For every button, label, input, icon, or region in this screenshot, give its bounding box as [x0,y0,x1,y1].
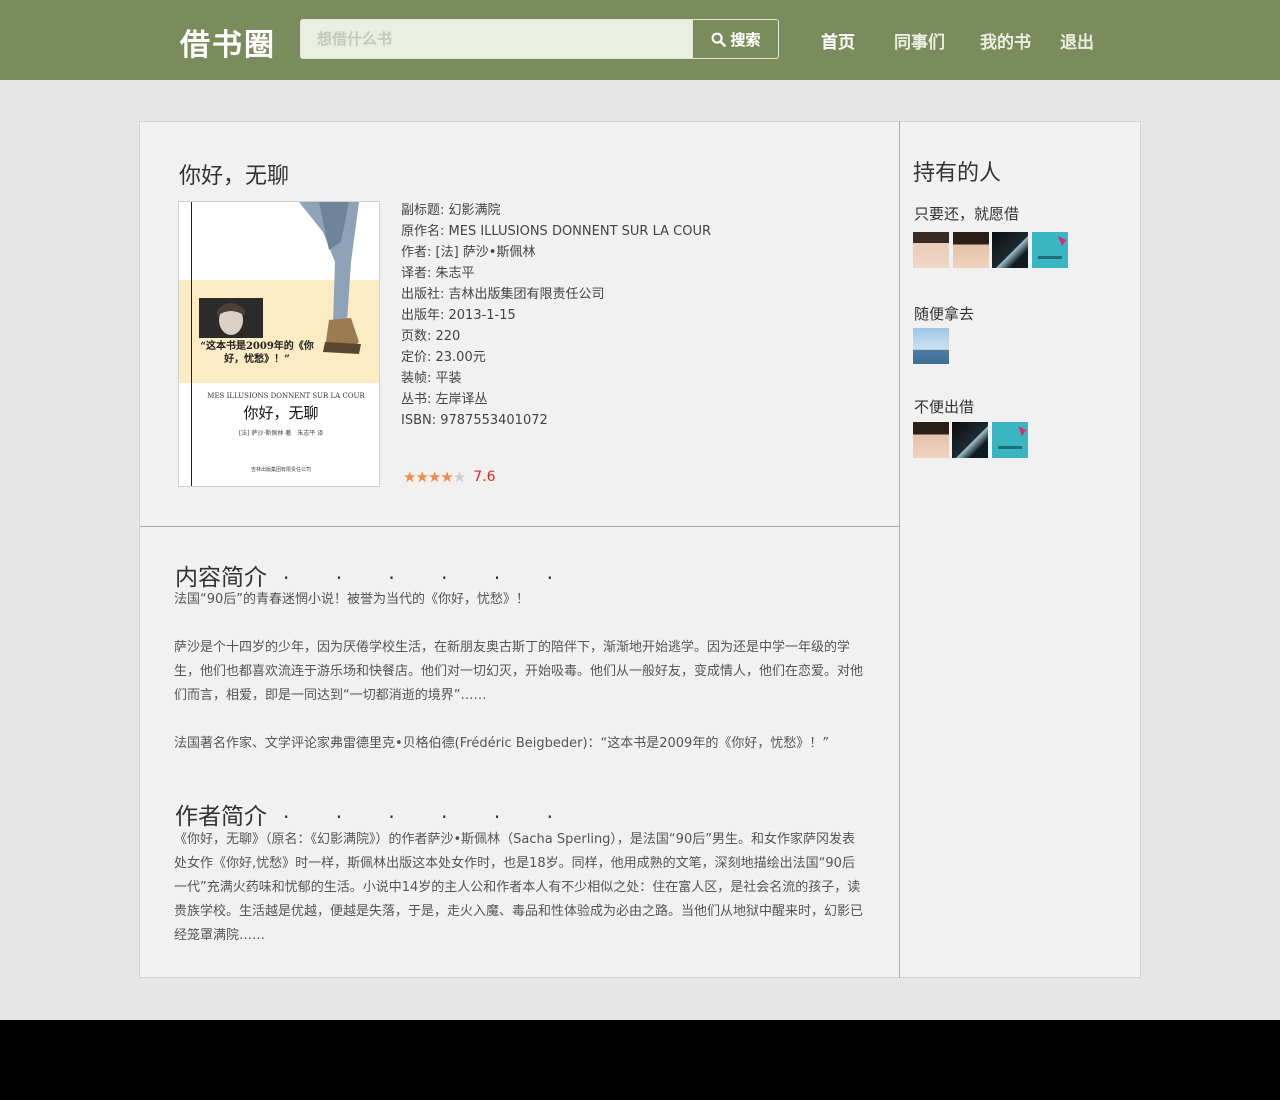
info-series: 丛书: 左岸译丛 [401,392,488,407]
heading-dots: · · · · · · [283,566,573,590]
content-intro-paragraph-3: 法国著名作家、文学评论家弗雷德里克•贝格伯德(Frédéric Beigbede… [174,736,830,751]
search-button[interactable]: 搜索 [692,20,778,58]
author-intro-paragraph: 《你好，无聊》（原名：《幻影满院》）的作者萨沙•斯佩林（Sacha Sperli… [174,832,864,943]
star-filled-icon: ★ [427,468,441,486]
owner-avatar[interactable] [992,422,1028,458]
column-divider [899,121,900,978]
star-empty-icon: ★ [452,468,466,486]
rating-stars-icon: ★★★★★ [403,468,466,486]
owner-avatar[interactable] [913,422,949,458]
cover-author-portrait [199,298,263,338]
nav-my-books[interactable]: 我的书 [980,28,1031,53]
star-filled-icon: ★ [440,468,453,486]
group-label-not-lendable: 不便出借 [914,398,975,416]
book-title: 你好，无聊 [179,164,290,189]
cover-authors: [法] 萨沙·斯佩林 著 朱志平 译 [238,430,324,437]
content-intro-paragraph-2: 萨沙是个十四岁的少年，因为厌倦学校生活，在新朋友奥古斯丁的陪伴下，渐渐地开始逃学… [174,640,864,703]
search-bar: 搜索 [300,19,779,59]
content-intro-heading: 内容简介 · · · · · · [175,558,573,592]
info-author: 作者: [法] 萨沙•斯佩林 [401,245,536,260]
owner-avatar[interactable] [913,328,949,364]
group-label-willing-to-lend: 只要还，就愿借 [914,205,1020,223]
info-original-title: 原作名: MES ILLUSIONS DONNENT SUR LA COUR [401,224,712,239]
group-label-take-freely: 随便拿去 [914,305,975,323]
cover-title: 你好，无聊 [243,404,319,422]
info-price: 定价: 23.00元 [401,350,486,365]
search-button-label: 搜索 [730,30,761,49]
section-divider [140,526,899,527]
site-logo[interactable]: 借书圈 [180,20,276,64]
nav-home[interactable]: 首页 [821,28,855,53]
owner-avatar[interactable] [1032,232,1068,268]
cover-spine-line [191,202,192,486]
nav-logout[interactable]: 退出 [1060,28,1094,53]
owner-avatar[interactable] [992,232,1028,268]
rating-score: 7.6 [473,469,496,485]
owner-avatar[interactable] [952,422,988,458]
owners-title: 持有的人 [913,161,1002,186]
star-filled-icon: ★ [403,468,416,486]
heading-dots: · · · · · · [283,805,573,829]
owner-avatar[interactable] [913,232,949,268]
info-translator: 译者: 朱志平 [401,266,475,281]
page-footer [0,1020,1280,1100]
info-publisher: 出版社: 吉林出版集团有限责任公司 [401,287,605,302]
author-intro-title: 作者简介 [175,804,267,830]
nav-colleagues[interactable]: 同事们 [894,28,945,53]
cover-original-title: MES ILLUSIONS DONNENT SUR LA COUR [207,392,365,400]
book-rating: ★★★★★ 7.6 [403,468,496,486]
info-pages: 页数: 220 [401,329,461,344]
author-intro-heading: 作者简介 · · · · · · [175,797,573,831]
content-intro-paragraph-1: 法国“90后”的青春迷惘小说！被誉为当代的《你好，忧愁》！ [174,592,530,607]
cover-publisher: 吉林出版集团有限责任公司 [250,467,311,473]
info-binding: 装帧: 平装 [401,371,462,386]
book-info-list: 副标题: 幻影满院 原作名: MES ILLUSIONS DONNENT SUR… [401,200,711,431]
cover-quote: “这本书是2009年的《你好，忧愁》！” [200,341,314,365]
star-filled-icon: ★ [415,468,428,486]
search-icon [712,32,727,47]
book-cover[interactable]: “这本书是2009年的《你好，忧愁》！” MES ILLUSIONS DONNE… [178,201,380,487]
owner-avatar[interactable] [953,232,989,268]
top-navbar: 借书圈 搜索 首页 同事们 我的书 退出 [0,0,1280,80]
info-isbn: ISBN: 9787553401072 [401,413,548,428]
info-publish-date: 出版年: 2013-1-15 [401,308,516,323]
search-input[interactable] [301,20,692,58]
info-subtitle: 副标题: 幻影满院 [401,203,501,218]
